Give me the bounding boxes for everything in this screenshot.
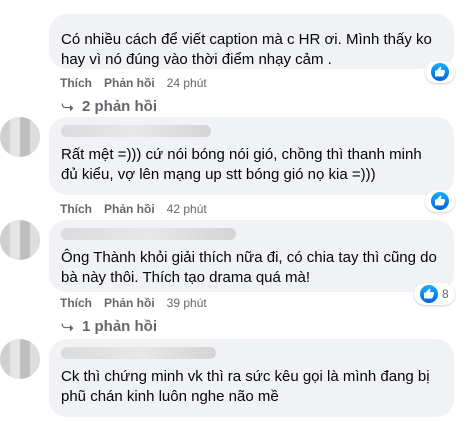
like-button[interactable]: Thích: [60, 295, 92, 311]
avatar[interactable]: [0, 339, 40, 379]
reaction-badge[interactable]: [425, 61, 455, 83]
author-name-blur: [61, 125, 211, 137]
comment-text: Có nhiều cách để viết caption mà c HR ơi…: [61, 31, 437, 68]
avatar[interactable]: [0, 117, 40, 157]
reply-arrow-icon: [61, 103, 74, 112]
comment-time[interactable]: 42 phút: [167, 201, 207, 217]
view-replies-link[interactable]: 2 phản hồi: [60, 98, 157, 115]
reaction-count: 8: [442, 287, 449, 301]
comment-actions: Thích Phản hồi 42 phút: [60, 201, 207, 217]
like-button[interactable]: Thích: [60, 201, 92, 217]
view-replies-link[interactable]: 1 phản hồi: [60, 318, 157, 335]
comment-actions: Thích Phản hồi 39 phút: [60, 295, 207, 311]
comment-bubble: Ck thì chứng minh vk thì ra sức kêu gọi …: [49, 339, 454, 417]
replies-count: 2 phản hồi: [82, 98, 157, 115]
reply-button[interactable]: Phản hồi: [104, 295, 155, 311]
reaction-badge[interactable]: 8: [414, 283, 455, 305]
reply-button[interactable]: Phản hồi: [104, 75, 155, 91]
comment-time[interactable]: 24 phút: [167, 75, 207, 91]
comment-text: Rất mệt =))) cứ nói bóng nói gió, chồng …: [61, 146, 426, 183]
avatar[interactable]: [0, 220, 40, 260]
like-button[interactable]: Thích: [60, 75, 92, 91]
comment-bubble: Rất mệt =))) cứ nói bóng nói gió, chồng …: [49, 117, 454, 195]
author-name-blur: [61, 228, 236, 240]
author-name-blur: [61, 347, 216, 359]
like-icon: [431, 192, 449, 210]
like-icon: [420, 285, 438, 303]
reply-button[interactable]: Phản hồi: [104, 201, 155, 217]
reaction-badge[interactable]: [425, 190, 455, 212]
comment-bubble: Có nhiều cách để viết caption mà c HR ơi…: [49, 14, 454, 69]
replies-count: 1 phản hồi: [82, 318, 157, 335]
reply-arrow-icon: [61, 323, 74, 332]
like-icon: [431, 63, 449, 81]
comment-text: Ông Thành khỏi giải thích nữa đi, có chi…: [61, 249, 442, 286]
comment-time[interactable]: 39 phút: [167, 295, 207, 311]
comment-text: Ck thì chứng minh vk thì ra sức kêu gọi …: [61, 368, 434, 405]
comment-bubble: Ông Thành khỏi giải thích nữa đi, có chi…: [49, 220, 454, 292]
comment-actions: Thích Phản hồi 24 phút: [60, 75, 207, 91]
